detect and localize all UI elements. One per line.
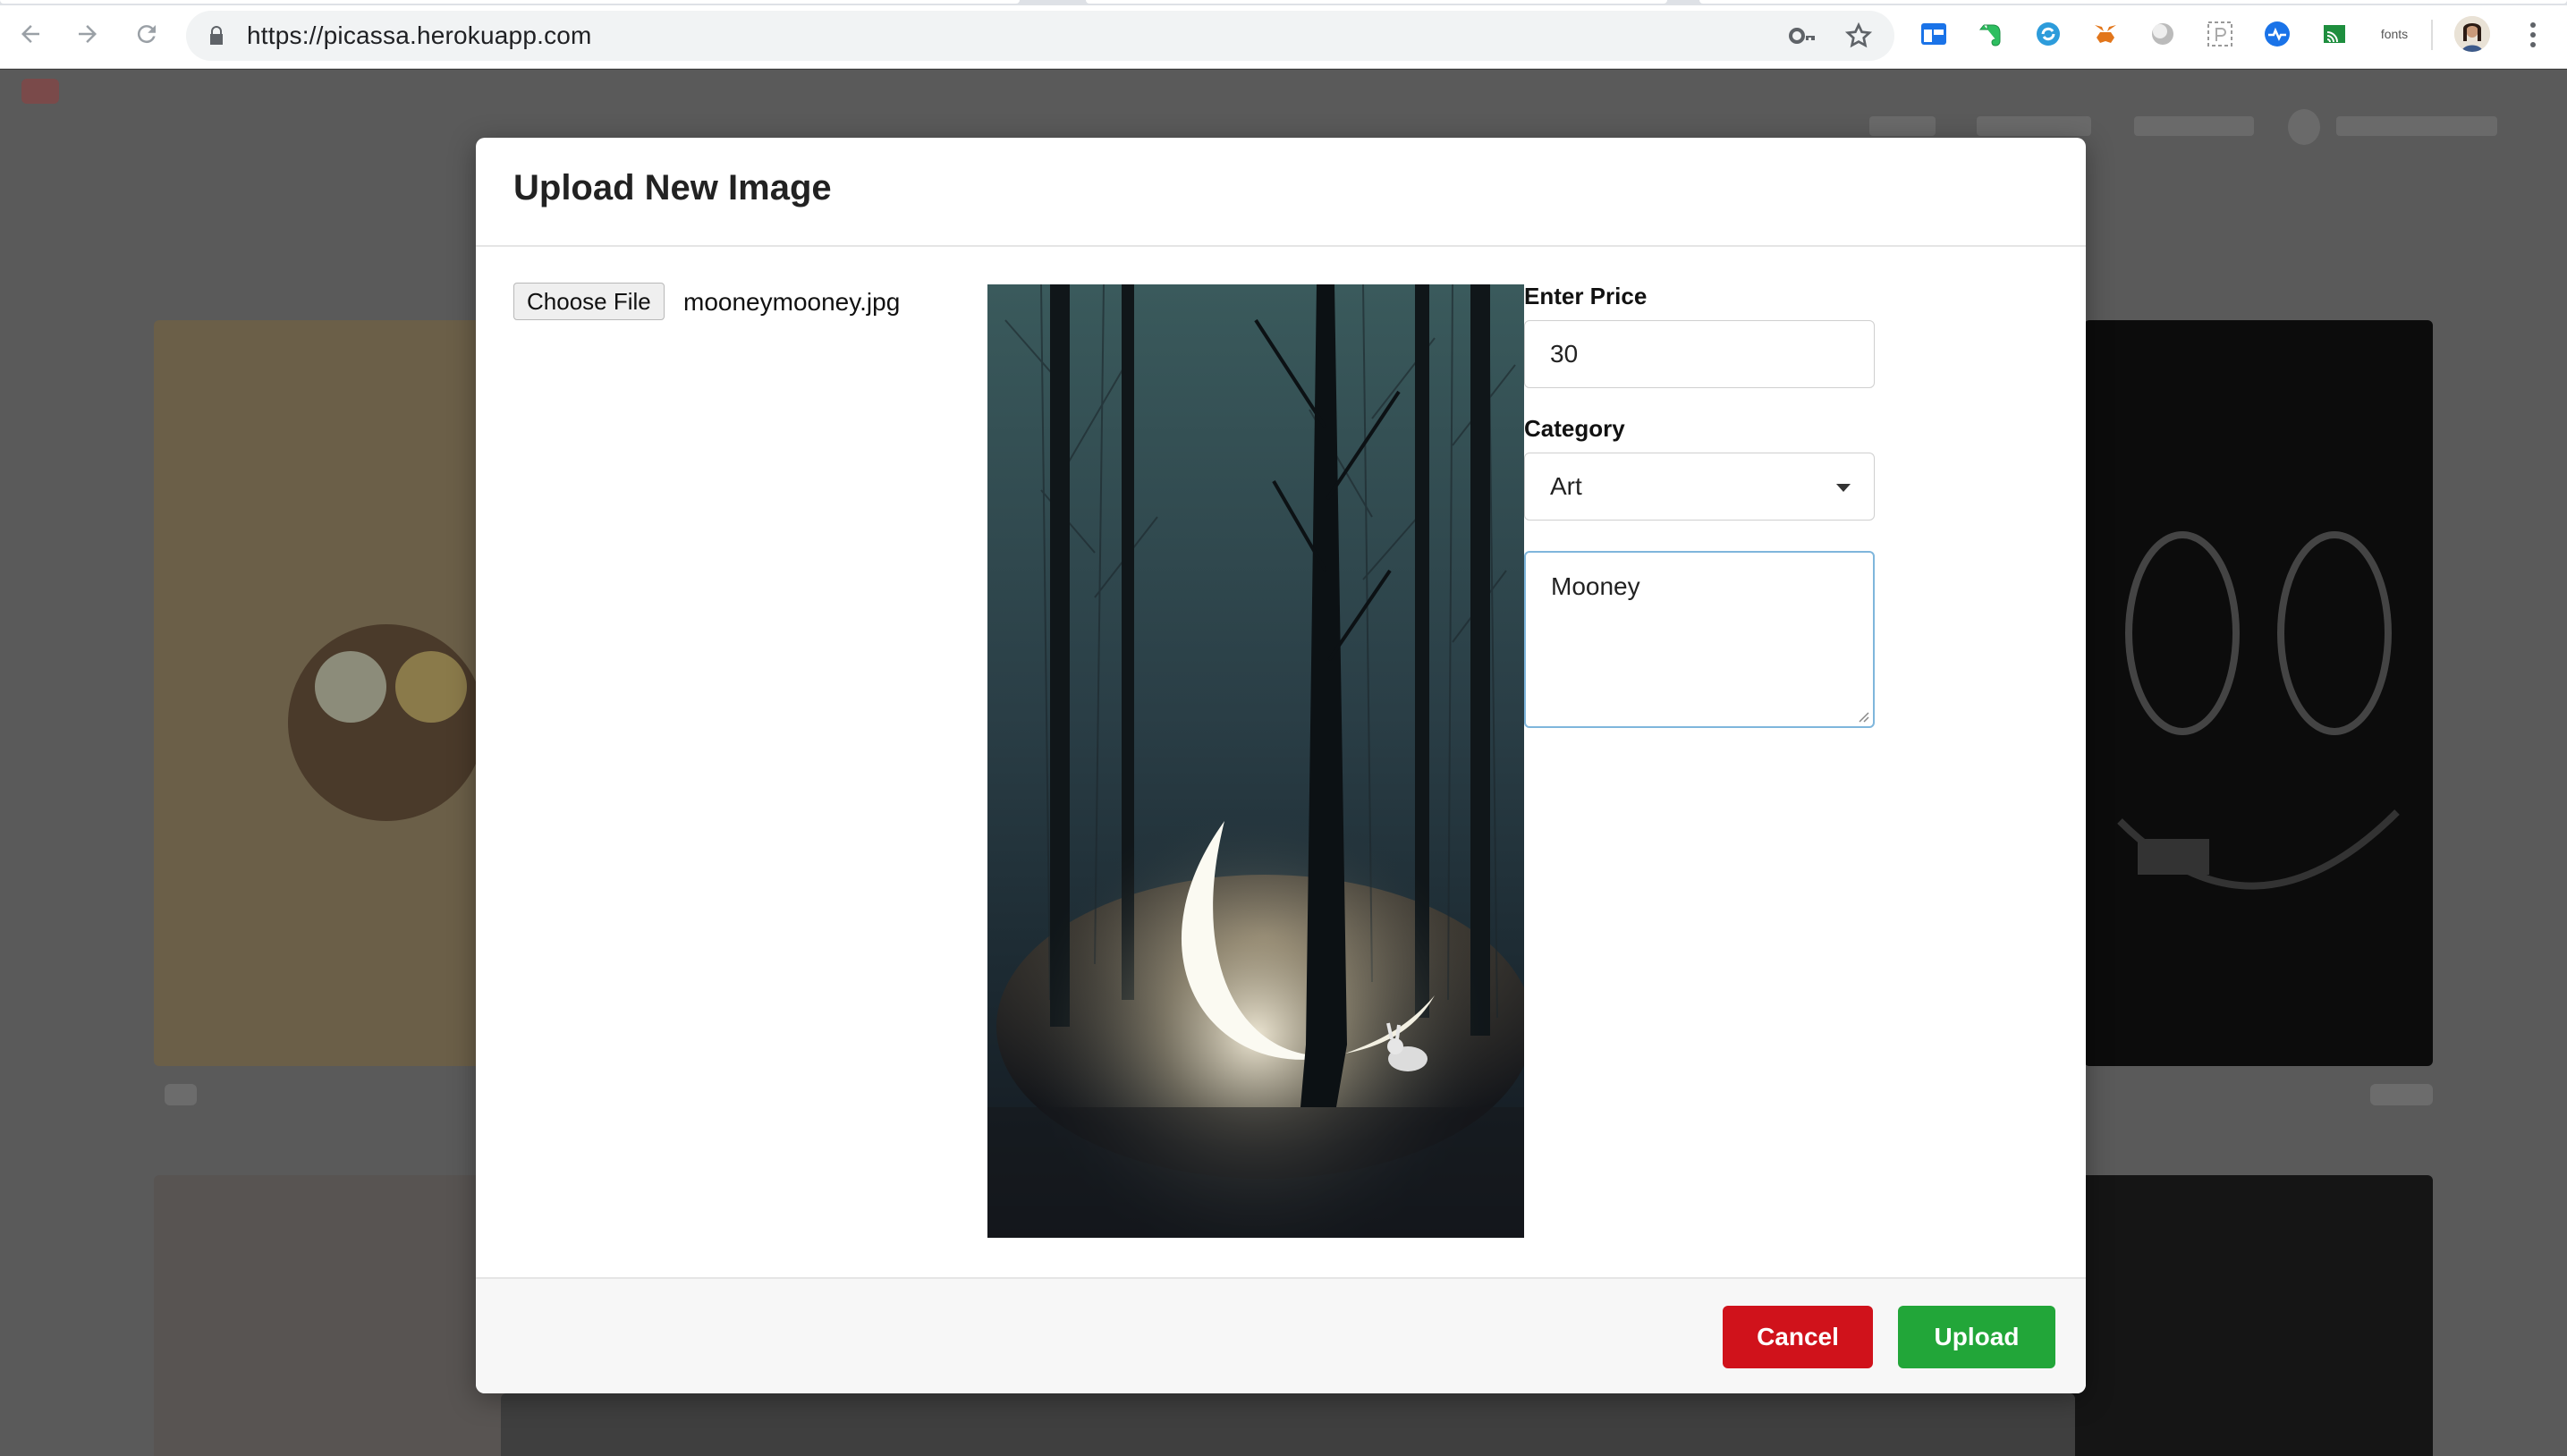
- reload-icon: [137, 25, 156, 44]
- price-input[interactable]: 30: [1524, 320, 1875, 388]
- arrow-left-icon: [21, 25, 39, 43]
- profile-avatar[interactable]: [2454, 16, 2490, 52]
- key-icon[interactable]: [1789, 23, 1816, 48]
- circle-extension-icon[interactable]: [2147, 18, 2179, 50]
- bookmark-star-icon[interactable]: [1844, 21, 1873, 50]
- bg-nav-item: [2134, 116, 2254, 136]
- bg-icon: [2370, 1084, 2433, 1105]
- selected-file-name: mooneymooney.jpg: [683, 288, 901, 316]
- image-preview: [987, 284, 1524, 1238]
- toolbar-separator: [2431, 20, 2433, 50]
- category-selected-value: Art: [1550, 472, 1582, 500]
- modal-header: Upload New Image: [476, 138, 2086, 247]
- browser-toolbar: https://picassa.herokuapp.com fonts: [0, 0, 2567, 69]
- tab-strip: [0, 0, 2567, 5]
- choose-file-button[interactable]: Choose File: [513, 283, 665, 320]
- address-bar[interactable]: https://picassa.herokuapp.com: [186, 11, 1894, 61]
- url-text: https://picassa.herokuapp.com: [247, 21, 592, 49]
- arrow-right-icon: [79, 25, 97, 43]
- bg-image-row: [501, 1393, 2075, 1456]
- window-extension-icon[interactable]: [1918, 18, 1950, 50]
- modal-body: Choose File mooneymooney.jpg Enter Price…: [476, 247, 2086, 1277]
- resize-grip-icon[interactable]: [1855, 708, 1869, 723]
- upload-modal: Upload New Image Choose File mooneymoone…: [476, 138, 2086, 1393]
- cast-icon[interactable]: [2318, 18, 2351, 50]
- lock-icon: [210, 26, 223, 45]
- metamask-icon[interactable]: [2089, 18, 2122, 50]
- description-textarea[interactable]: Mooney: [1524, 551, 1875, 728]
- reload-button[interactable]: [127, 14, 166, 54]
- bg-image-card: [2084, 320, 2433, 1066]
- sync-extension-icon[interactable]: [2032, 18, 2064, 50]
- bg-icon: [165, 1084, 197, 1105]
- site-logo: [21, 79, 59, 104]
- bg-image-card: [2039, 1175, 2433, 1456]
- back-button[interactable]: [11, 14, 50, 54]
- bg-nav-item: [1977, 116, 2091, 136]
- cancel-button[interactable]: Cancel: [1723, 1306, 1873, 1368]
- upload-button[interactable]: Upload: [1898, 1306, 2055, 1368]
- bg-avatar: [2288, 109, 2320, 145]
- bg-nav-item: [1869, 116, 1936, 136]
- pulse-extension-icon[interactable]: [2261, 18, 2293, 50]
- category-label: Category: [1524, 415, 1625, 442]
- browser-menu-button[interactable]: [2524, 20, 2542, 50]
- modal-footer: Cancel Upload: [476, 1277, 2086, 1393]
- bg-nav-item: [2336, 116, 2497, 136]
- fonts-extension[interactable]: fonts: [2372, 18, 2417, 50]
- dashed-box-extension-icon[interactable]: [2204, 18, 2236, 50]
- category-select[interactable]: Art: [1524, 453, 1875, 521]
- modal-title: Upload New Image: [513, 168, 832, 207]
- price-label: Enter Price: [1524, 283, 1648, 309]
- caret-down-icon: [1836, 484, 1851, 492]
- forward-button[interactable]: [68, 14, 107, 54]
- description-text: Mooney: [1551, 572, 1640, 600]
- evernote-icon[interactable]: [1975, 18, 2007, 50]
